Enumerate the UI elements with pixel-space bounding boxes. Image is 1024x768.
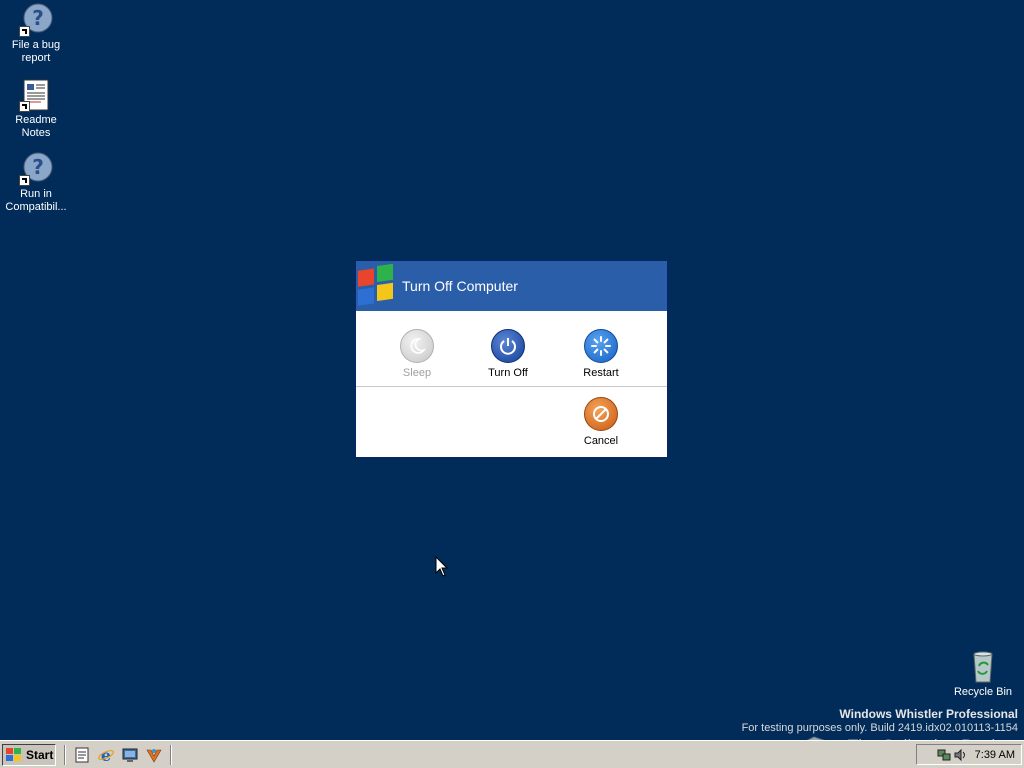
shortcut-arrow-icon — [19, 26, 30, 37]
mouse-cursor-icon — [435, 556, 449, 577]
icon-label: report — [21, 52, 51, 64]
recycle-bin-icon — [966, 650, 1000, 684]
icon-label: File a bug — [11, 39, 61, 51]
dialog-header: Turn Off Computer — [356, 261, 667, 311]
restart-label: Restart — [583, 367, 619, 379]
network-icon[interactable] — [937, 748, 951, 762]
cancel-label: Cancel — [583, 435, 619, 447]
sleep-button[interactable]: Sleep — [382, 329, 452, 379]
sleep-label: Sleep — [402, 367, 432, 379]
restart-button[interactable]: Restart — [566, 329, 636, 379]
help-icon: ? — [19, 3, 53, 37]
dialog-title: Turn Off Computer — [402, 278, 518, 294]
svg-text:e: e — [101, 746, 111, 764]
start-button[interactable]: Start — [2, 743, 56, 766]
show-desktop-icon[interactable] — [121, 746, 139, 764]
volume-icon[interactable] — [953, 748, 967, 762]
cancel-icon — [584, 397, 618, 431]
moon-icon — [400, 329, 434, 363]
turn-off-label: Turn Off — [488, 367, 528, 379]
document-icon — [19, 78, 53, 112]
shortcut-arrow-icon — [19, 175, 30, 186]
shortcut-arrow-icon — [19, 101, 30, 112]
icon-label: Run in — [20, 188, 52, 200]
windows-logo-icon — [358, 263, 393, 306]
turn-off-dialog: Turn Off Computer Sleep Turn Off Restart… — [355, 260, 668, 458]
taskbar: Start e 7:39 AM — [0, 740, 1024, 768]
icon-label: Readme Notes — [15, 114, 57, 139]
windows-flag-icon — [6, 747, 21, 761]
svg-text:?: ? — [32, 6, 44, 30]
system-tray: 7:39 AM — [916, 744, 1022, 765]
restart-icon — [584, 329, 618, 363]
taskbar-separator — [170, 744, 172, 765]
icon-label: Compatibil... — [5, 201, 67, 213]
internet-explorer-icon[interactable]: e — [97, 746, 115, 764]
notepad-icon[interactable] — [73, 746, 91, 764]
help-icon: ? — [19, 152, 53, 186]
start-label: Start — [26, 747, 54, 762]
desktop-icon-run-in-compatibility[interactable]: ? Run in Compatibil... — [0, 152, 72, 214]
power-icon — [491, 329, 525, 363]
edition-text: Windows Whistler Professional — [839, 707, 1018, 721]
desktop-icon-file-bug-report[interactable]: ? File a bug report — [0, 3, 72, 65]
desktop-icon-readme-notes[interactable]: Readme Notes — [0, 78, 72, 140]
turn-off-button[interactable]: Turn Off — [473, 329, 543, 379]
media-player-icon[interactable] — [145, 746, 163, 764]
svg-text:?: ? — [32, 155, 44, 179]
clock[interactable]: 7:39 AM — [975, 749, 1015, 761]
desktop-icon-recycle-bin[interactable]: Recycle Bin — [947, 650, 1019, 699]
taskbar-separator — [64, 744, 66, 765]
cancel-button[interactable]: Cancel — [566, 397, 636, 447]
icon-label: Recycle Bin — [953, 686, 1013, 698]
